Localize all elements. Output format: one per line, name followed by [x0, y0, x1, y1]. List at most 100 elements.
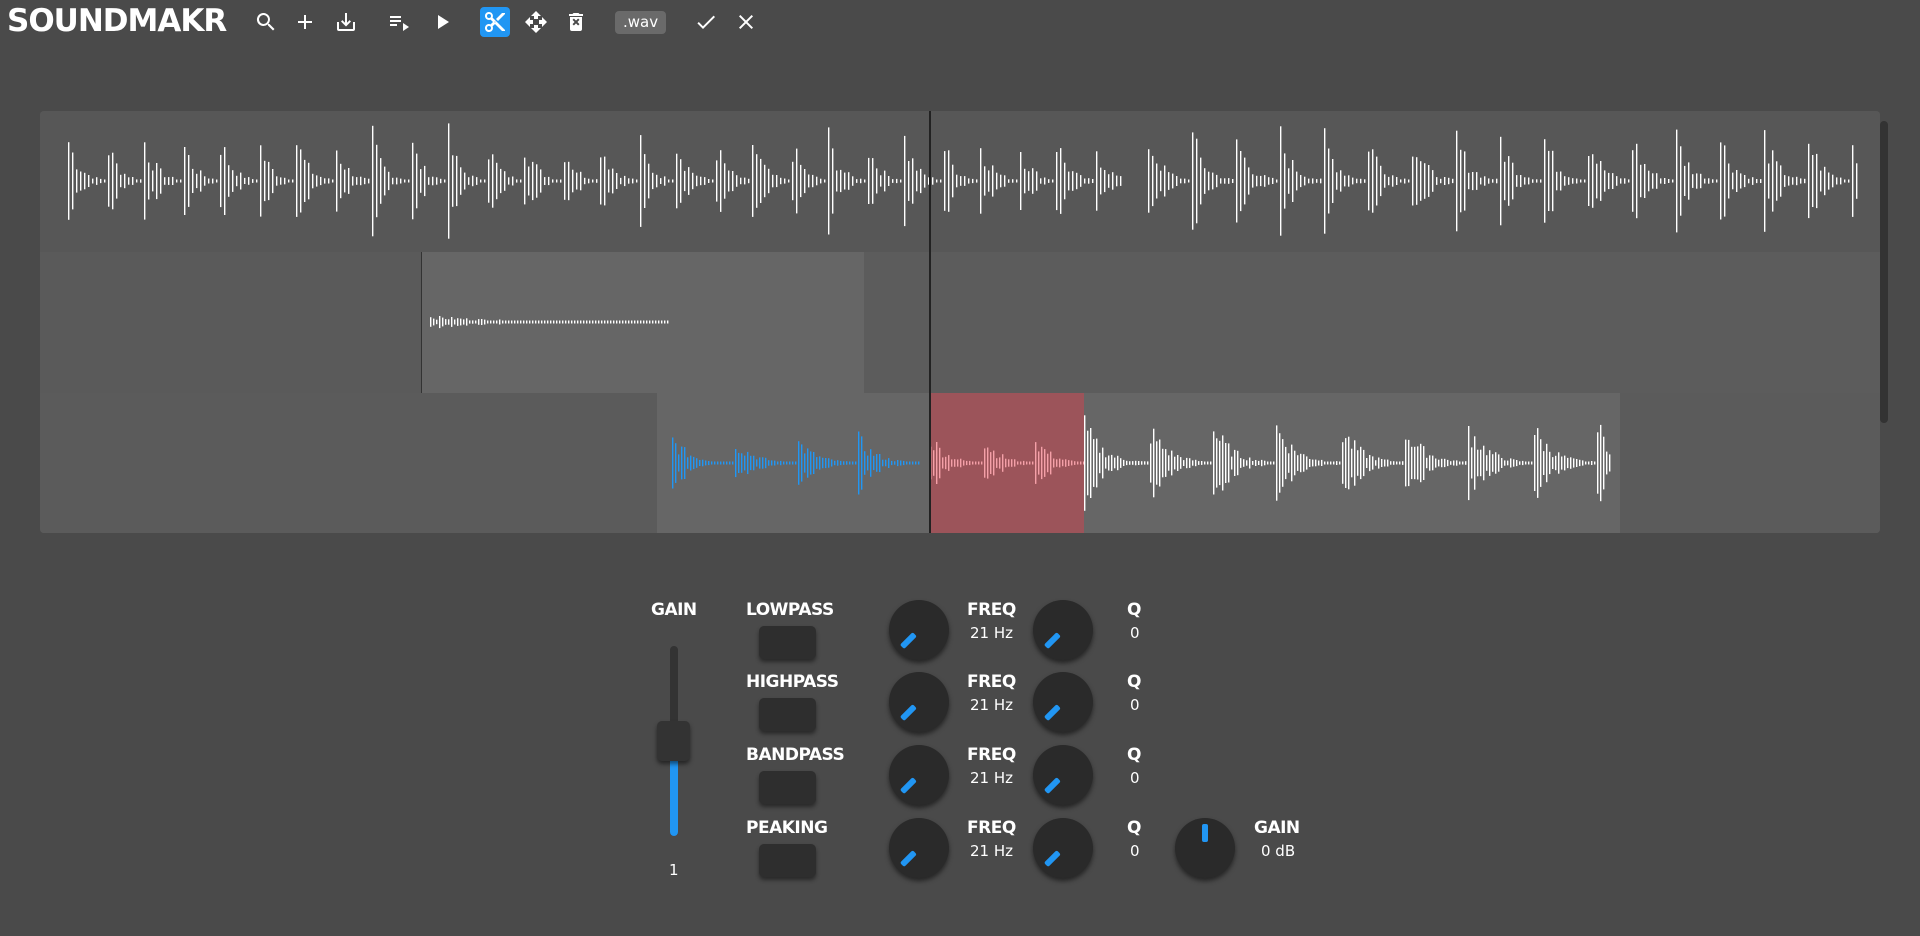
waveform-editor[interactable]: [40, 111, 1880, 533]
waveform-sample: [756, 459, 758, 467]
waveform-sample: [1396, 177, 1398, 185]
track-2[interactable]: [40, 252, 1880, 393]
track-1[interactable]: [40, 111, 1880, 252]
waveform-sample: [831, 459, 833, 467]
waveform-sample: [753, 455, 755, 471]
peaking-freq-knob[interactable]: [889, 818, 949, 878]
waveform-sample: [784, 178, 786, 184]
playlist-button[interactable]: [384, 7, 414, 37]
highpass-freq-knob[interactable]: [889, 672, 949, 732]
lowpass-freq-knob[interactable]: [889, 600, 949, 660]
bandpass-q-knob[interactable]: [1033, 745, 1093, 805]
peaking-toggle[interactable]: [759, 844, 816, 877]
waveform-sample: [1153, 428, 1155, 498]
search-button[interactable]: [251, 7, 281, 37]
waveform-sample: [912, 461, 914, 465]
waveform-sample: [908, 161, 910, 201]
waveform-sample: [1848, 179, 1850, 183]
waveform-sample: [861, 436, 863, 490]
waveform-sample: [873, 455, 875, 471]
waveform-sample: [952, 164, 954, 198]
waveform-sample: [1228, 178, 1230, 184]
waveform-sample: [256, 179, 258, 183]
waveform-sample: [616, 320, 618, 324]
waveform-sample: [1720, 142, 1722, 220]
playhead[interactable]: [929, 111, 931, 533]
play-button[interactable]: [427, 7, 457, 37]
delete-button[interactable]: [561, 7, 591, 37]
waveform-sample: [1534, 435, 1536, 491]
gain-slider-thumb[interactable]: [657, 721, 690, 761]
waveform-sample: [981, 461, 983, 465]
waveform-sample: [496, 320, 498, 324]
waveform-sample: [1312, 178, 1314, 184]
highpass-freq-value: 21 Hz: [970, 696, 1014, 714]
waveform-sample: [526, 320, 528, 324]
cancel-button[interactable]: [731, 7, 761, 37]
waveform-sample: [732, 461, 734, 465]
waveform-sample: [1336, 172, 1338, 190]
peaking-q-knob[interactable]: [1033, 818, 1093, 878]
waveform-sample: [248, 177, 250, 185]
waveform-sample: [664, 320, 666, 324]
waveform-sample: [565, 320, 567, 324]
waveform-sample: [1297, 455, 1299, 471]
waveform-sample: [804, 169, 806, 194]
waveform-sample: [936, 442, 938, 484]
waveform-sample: [752, 145, 754, 217]
waveform-sample: [1188, 179, 1190, 183]
download-button[interactable]: [331, 7, 361, 37]
waveform-sample: [1436, 177, 1438, 185]
waveform-sample: [544, 320, 546, 324]
highpass-toggle[interactable]: [759, 698, 816, 731]
waveform-sample: [904, 135, 906, 227]
peaking-gain-knob[interactable]: [1175, 818, 1235, 878]
highpass-q-knob[interactable]: [1033, 672, 1093, 732]
waveform-sample: [92, 178, 94, 184]
lowpass-q-knob[interactable]: [1033, 600, 1093, 660]
waveform-sample: [535, 320, 537, 324]
waveform-sample: [1360, 446, 1362, 480]
lowpass-toggle[interactable]: [759, 626, 816, 659]
waveform-sample: [200, 170, 202, 192]
move-tool-button[interactable]: [521, 7, 551, 37]
waveform-sample: [837, 460, 839, 466]
waveform-sample: [220, 154, 222, 208]
waveform-sample: [1692, 174, 1694, 188]
bandpass-freq-knob[interactable]: [889, 745, 949, 805]
waveform-sample: [1495, 452, 1497, 474]
waveform-sample: [696, 175, 698, 187]
waveform-sample: [723, 461, 725, 465]
waveform-sample: [604, 156, 606, 206]
waveform-sample: [1321, 459, 1323, 466]
waveform-sample: [1582, 460, 1584, 466]
waveform-sample: [228, 165, 230, 197]
waveform-sample: [424, 165, 426, 197]
add-track-button[interactable]: [290, 7, 320, 37]
track-3-overlay: [40, 393, 1880, 533]
waveform-sample: [598, 320, 600, 324]
waveform-sample: [1756, 179, 1758, 184]
waveform-sample: [540, 169, 542, 193]
waveform-sample: [1528, 461, 1530, 465]
waveform-sample: [956, 174, 958, 188]
waveform-sample: [940, 179, 942, 183]
waveform-sample: [944, 151, 946, 211]
waveform-sample: [712, 179, 714, 183]
waveform-sample: [976, 179, 978, 183]
waveform-sample: [1160, 170, 1162, 192]
waveform-sample: [720, 461, 722, 465]
waveform-sample: [100, 178, 102, 184]
format-badge[interactable]: .wav: [615, 11, 667, 34]
waveform-sample: [1452, 178, 1454, 184]
confirm-button[interactable]: [691, 7, 721, 37]
waveform-sample: [1528, 177, 1530, 185]
waveform-sample: [906, 461, 908, 465]
waveform-sample: [380, 158, 382, 204]
bandpass-toggle[interactable]: [759, 771, 816, 804]
waveform-sample: [136, 179, 138, 183]
waveform-sample: [768, 460, 770, 466]
cut-tool-button[interactable]: [480, 7, 510, 37]
editor-scrollbar[interactable]: [1880, 121, 1888, 423]
waveform-sample: [732, 171, 734, 192]
